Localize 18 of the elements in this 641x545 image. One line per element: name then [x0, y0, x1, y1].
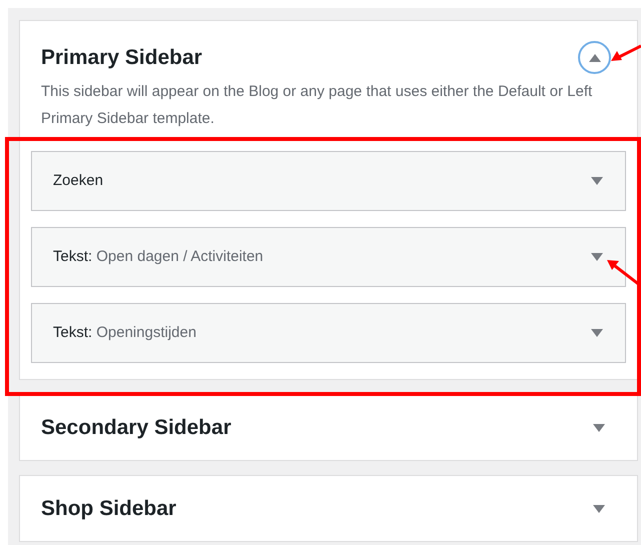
widget-title: Zoeken — [53, 170, 104, 191]
widget-bar[interactable]: Tekst: Openingstijden — [31, 303, 626, 363]
widget-title: Tekst: Open dagen / Activiteiten — [53, 246, 264, 267]
arrow — [611, 44, 641, 64]
widget-title: Tekst: Openingstijden — [53, 322, 196, 343]
sidebar-title: Primary Sidebar — [41, 44, 202, 71]
caret-down-icon — [593, 424, 605, 432]
sidebar-title: Secondary Sidebar — [41, 414, 232, 441]
caret-up-icon — [588, 54, 600, 62]
caret-down-icon — [593, 504, 605, 512]
caret-down-icon — [591, 177, 603, 185]
widget-bar[interactable]: Tekst: Open dagen / Activiteiten — [31, 227, 626, 287]
sidebar-title: Shop Sidebar — [41, 496, 176, 522]
sidebar-description: This sidebar will appear on the Blog or any page that uses either the Default or Left Primary Sidebar template. — [40, 82, 594, 129]
caret-down-icon — [591, 329, 603, 337]
collapse-button[interactable] — [578, 41, 611, 74]
widget-bar[interactable]: Zoeken — [31, 151, 626, 211]
caret-down-icon — [591, 253, 603, 261]
